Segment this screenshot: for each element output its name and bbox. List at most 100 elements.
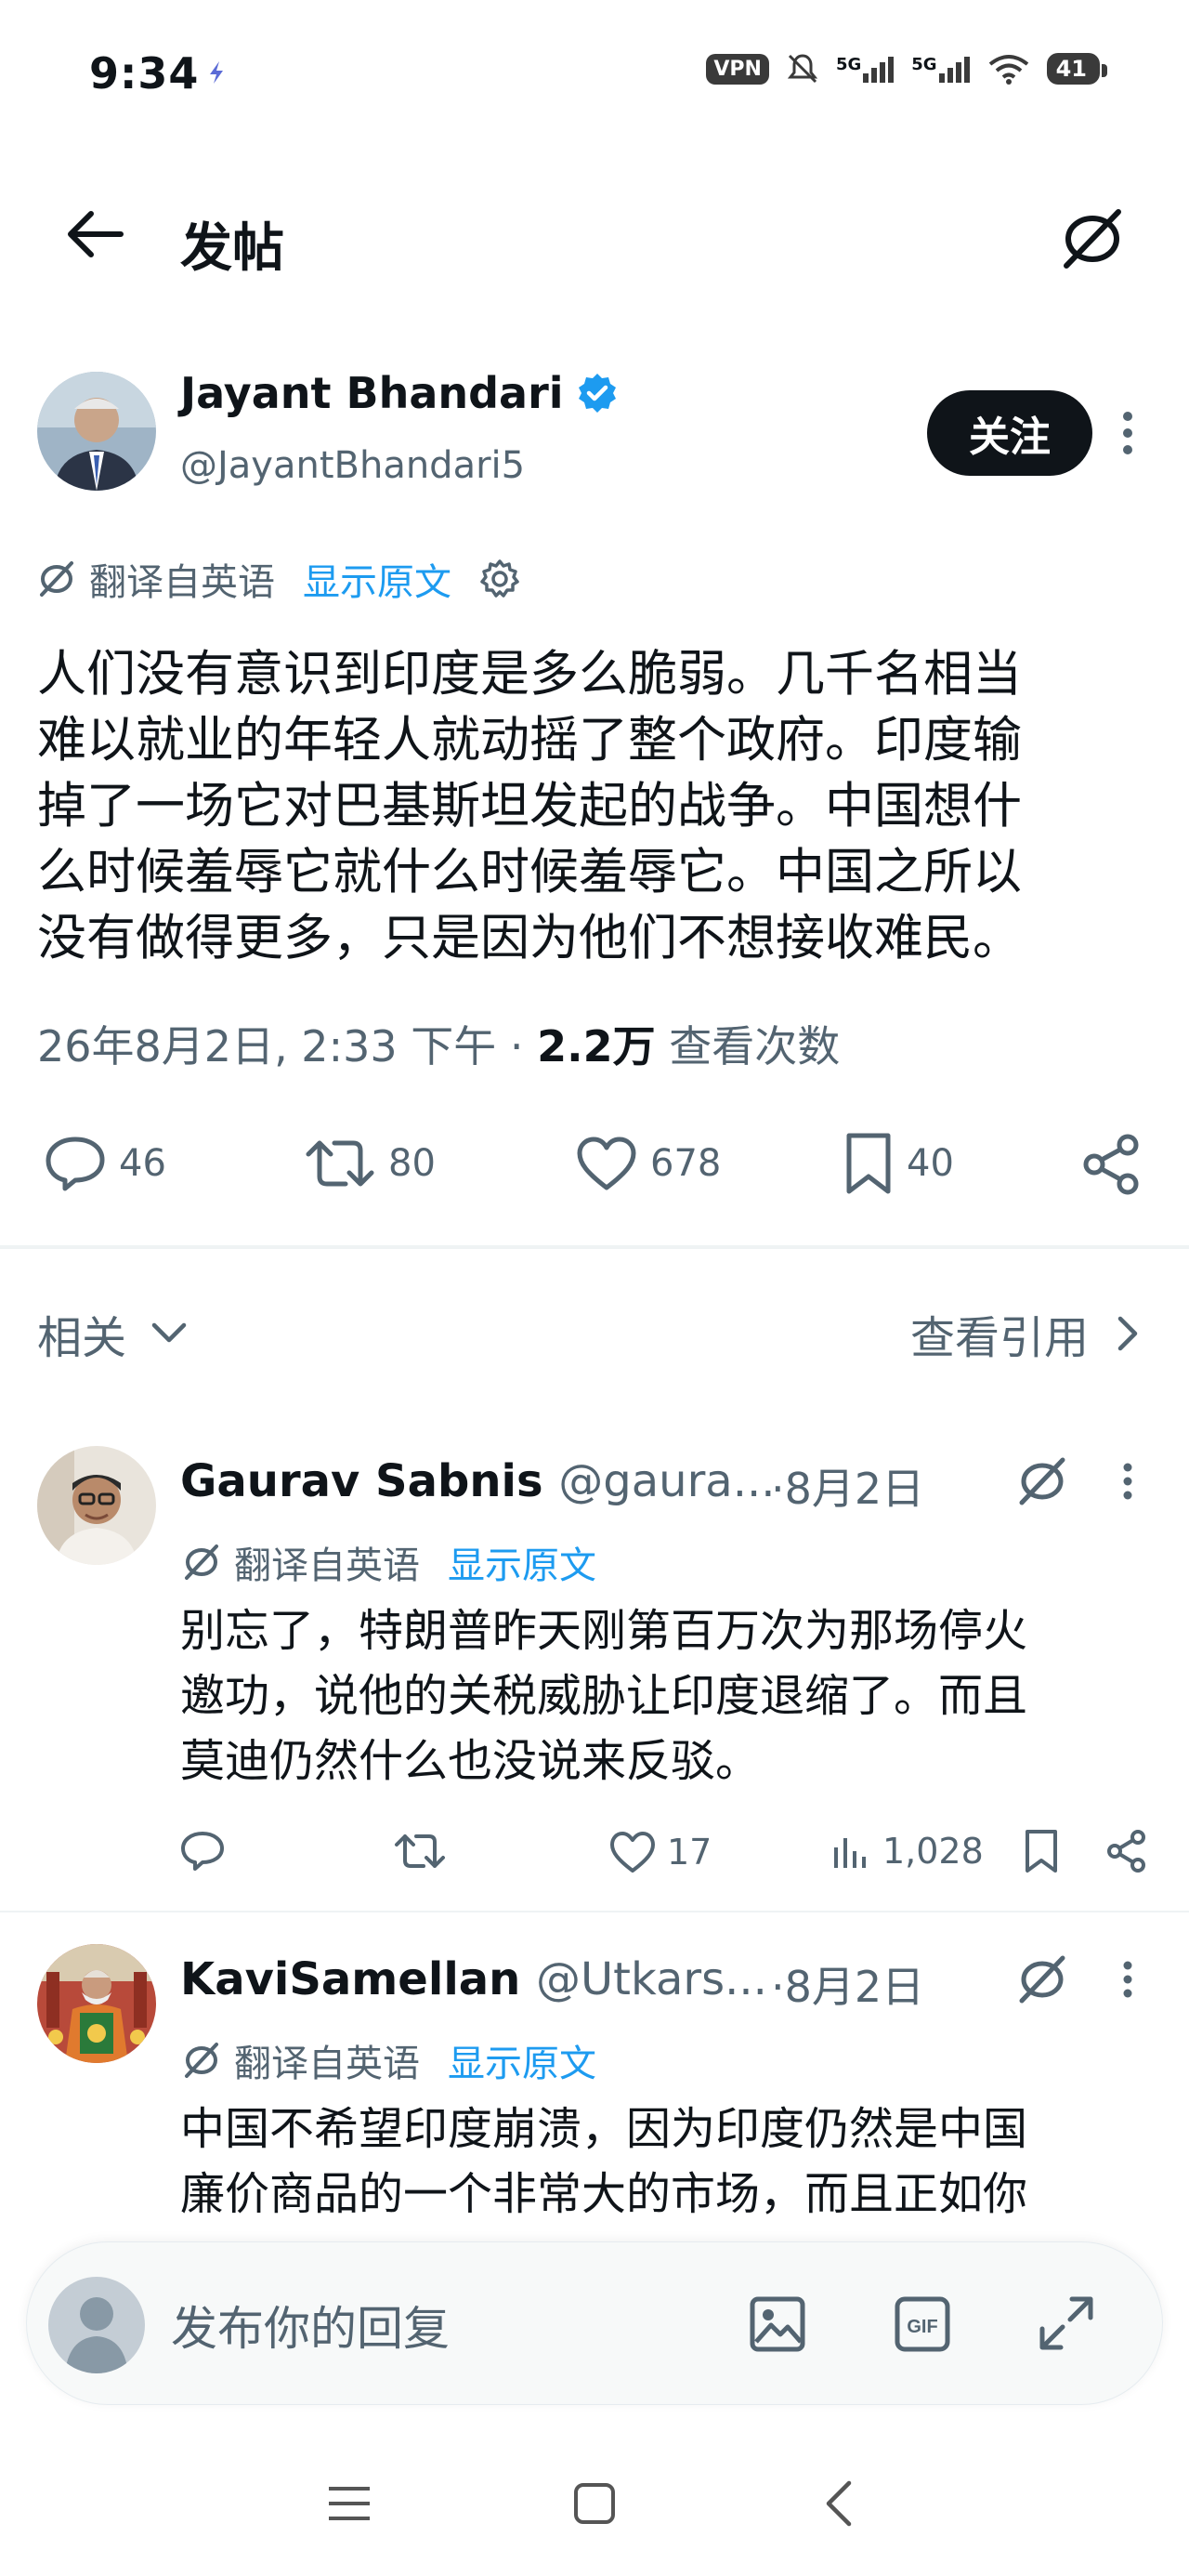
translate-slash-small-icon: [182, 2042, 221, 2079]
post-line: 没有做得更多，只是因为他们不想接收难民。: [37, 910, 1022, 966]
status-icons: VPN 5G 5G 41: [706, 52, 1108, 85]
post-text: 人们没有意识到印度是多么脆弱。几千名相当 难以就业的年轻人就动摇了整个政府。印度…: [37, 641, 1152, 971]
post-line: 掉了一场它对巴基斯坦发起的战争。中国想什: [37, 778, 1022, 835]
reply-line: 中国不希望印度崩溃，因为印度仍然是中国: [180, 2103, 1028, 2155]
related-tab[interactable]: 相关: [37, 1301, 188, 1366]
reply-author[interactable]: KaviSamellan @Utkars...: [180, 1953, 767, 2005]
share-icon[interactable]: [1081, 1134, 1143, 1195]
reply-author-name[interactable]: KaviSamellan: [180, 1953, 520, 2005]
repost-icon: [306, 1140, 374, 1187]
reply-more-icon[interactable]: [1122, 1961, 1133, 1998]
signal-icon-1: 5G: [836, 55, 895, 83]
translation-settings-gear-icon[interactable]: [479, 559, 520, 599]
reply-views-count: 1,028: [882, 1831, 984, 1872]
nav-home-icon[interactable]: [572, 2481, 617, 2526]
nav-menu-icon[interactable]: [327, 2483, 372, 2524]
page-title: 发帖: [180, 218, 284, 279]
translate-slash-icon[interactable]: [1014, 1953, 1070, 2005]
repost-icon: [395, 1834, 445, 1868]
image-icon[interactable]: [749, 2295, 806, 2353]
reply-author-handle[interactable]: @Utkars...: [536, 1953, 767, 2005]
reply-count: 46: [119, 1142, 166, 1185]
verified-badge-icon: [575, 371, 620, 415]
post-meta: 26年8月2日, 2:33 下午 · 2.2万 查看次数: [37, 1013, 840, 1074]
wifi-icon: [987, 53, 1030, 85]
repost-action[interactable]: 80: [305, 1136, 436, 1191]
follow-button[interactable]: 关注: [927, 390, 1092, 476]
post-line: 难以就业的年轻人就动摇了整个政府。印度输: [37, 712, 1022, 769]
repost-count: 80: [388, 1142, 436, 1185]
post-line: 么时候羞辱它就什么时候羞辱它。中国之所以: [37, 844, 1022, 900]
gif-icon[interactable]: GIF: [894, 2295, 951, 2353]
bolt-icon: [206, 59, 227, 85]
show-original-link[interactable]: 显示原文: [448, 1535, 596, 1589]
post-line: 人们没有意识到印度是多么脆弱。几千名相当: [37, 646, 1022, 703]
heart-icon: [610, 1832, 655, 1873]
expand-icon[interactable]: [1037, 2293, 1096, 2353]
reply-like-count: 17: [667, 1832, 712, 1873]
translate-slash-small-icon: [182, 1544, 221, 1581]
views-label[interactable]: 查看次数: [669, 1021, 840, 1071]
reply-line: 莫迪仍然什么也没说来反驳。: [180, 1735, 761, 1787]
reply-author-name[interactable]: Gaurav Sabnis: [180, 1455, 543, 1507]
post-timestamp: 26年8月2日, 2:33 下午: [37, 1021, 497, 1071]
show-original-link[interactable]: 显示原文: [303, 552, 451, 606]
show-original-link[interactable]: 显示原文: [448, 2033, 596, 2087]
reply-translate-row: 翻译自英语 显示原文: [182, 2033, 596, 2087]
reply-avatar[interactable]: [37, 1446, 156, 1565]
signal-label-2: 5G: [911, 55, 937, 74]
reply-line: 廉价商品的一个非常大的市场，而且正如你: [180, 2168, 1028, 2220]
more-options-icon[interactable]: [1120, 411, 1135, 455]
view-quotes-link[interactable]: 查看引用: [910, 1301, 1139, 1366]
bookmark-icon[interactable]: [1024, 1829, 1059, 1873]
reply-date[interactable]: ·8月2日: [771, 1455, 924, 1517]
related-label[interactable]: 相关: [37, 1301, 126, 1366]
svg-text:GIF: GIF: [907, 2317, 937, 2337]
reply-translate-row: 翻译自英语 显示原文: [182, 1535, 596, 1589]
like-action[interactable]: 678: [576, 1136, 721, 1191]
vpn-badge: VPN: [706, 53, 769, 85]
author-handle[interactable]: @JayantBhandari5: [180, 444, 525, 487]
reply-like-action[interactable]: 17: [609, 1831, 712, 1873]
translate-label: 翻译自英语: [89, 561, 275, 604]
reply-comment-action[interactable]: [180, 1831, 225, 1872]
translate-slash-small-icon: [37, 560, 76, 598]
reply-input[interactable]: 发布你的回复: [171, 2292, 450, 2359]
bookmark-count: 40: [907, 1142, 954, 1185]
signal-label-1: 5G: [835, 55, 862, 74]
author-name[interactable]: Jayant Bhandari: [180, 368, 564, 418]
share-icon[interactable]: [1105, 1829, 1148, 1873]
battery-indicator: 41: [1046, 53, 1108, 85]
mute-icon: [786, 52, 819, 85]
chevron-right-icon: [1117, 1316, 1138, 1351]
translate-label: 翻译自英语: [234, 2043, 420, 2085]
reply-action[interactable]: 46: [45, 1136, 166, 1191]
author-name-row[interactable]: Jayant Bhandari: [180, 368, 620, 418]
translate-row: 翻译自英语 显示原文: [37, 552, 520, 606]
reply-line: 邀功，说他的关税威胁让印度退缩了。而且: [180, 1670, 1028, 1722]
reply-avatar[interactable]: [37, 1944, 156, 2063]
back-button[interactable]: [65, 208, 124, 260]
reply-repost-action[interactable]: [394, 1831, 446, 1872]
divider: [0, 1911, 1189, 1912]
translate-slash-icon[interactable]: [1057, 206, 1128, 271]
reply-views-action[interactable]: 1,028: [830, 1831, 984, 1872]
reply-text: 别忘了，特朗普昨天刚第百万次为那场停火 邀功，说他的关税威胁让印度退缩了。而且 …: [180, 1598, 1137, 1794]
quotes-label[interactable]: 查看引用: [910, 1301, 1089, 1366]
reply-date[interactable]: ·8月2日: [771, 1953, 924, 2015]
bookmark-action[interactable]: 40: [843, 1132, 954, 1195]
reply-more-icon[interactable]: [1122, 1463, 1133, 1500]
author-avatar[interactable]: [37, 372, 156, 491]
nav-back-icon[interactable]: [823, 2479, 853, 2528]
reply-author-handle[interactable]: @gaura...: [558, 1455, 775, 1507]
status-time: 9:34: [89, 48, 200, 99]
user-avatar: [48, 2277, 145, 2373]
reply-author[interactable]: Gaurav Sabnis @gaura...: [180, 1455, 776, 1507]
heart-icon: [577, 1137, 636, 1190]
translate-slash-icon[interactable]: [1014, 1455, 1070, 1507]
reply-line: 别忘了，特朗普昨天刚第百万次为那场停火: [180, 1605, 1028, 1657]
like-count: 678: [650, 1142, 722, 1185]
reply-icon: [46, 1137, 105, 1191]
signal-icon-2: 5G: [911, 55, 970, 83]
meta-separator: ·: [509, 1021, 524, 1071]
